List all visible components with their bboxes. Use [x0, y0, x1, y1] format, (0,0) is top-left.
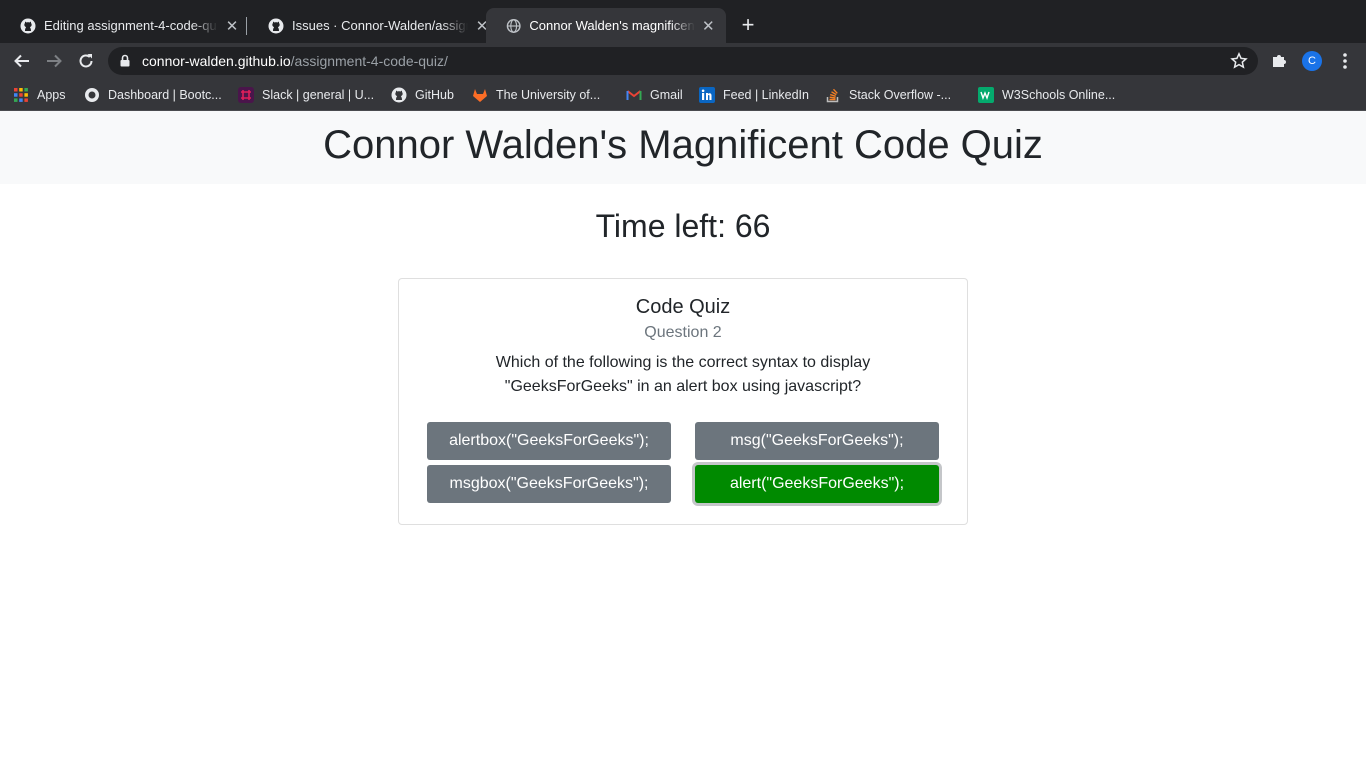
bookmark-w3schools[interactable]: W3Schools Online...	[978, 87, 1115, 103]
tab-title: Issues · Connor-Walden/assignment-4-code…	[292, 18, 468, 33]
bookmark-label: W3Schools Online...	[1002, 88, 1116, 102]
tab-code-quiz[interactable]: Connor Walden's magnificent code quiz ✕	[486, 8, 726, 43]
bookmark-label: Gmail	[650, 88, 683, 102]
tab-title: Editing assignment-4-code-quiz/README.md	[44, 18, 218, 33]
globe-icon	[506, 18, 521, 33]
forward-button[interactable]	[42, 49, 66, 73]
bookmark-university[interactable]: The University of...	[472, 87, 600, 103]
url-host: connor-walden.github.io	[142, 53, 291, 69]
bookmark-stack-overflow[interactable]: Stack Overflow -...	[825, 87, 951, 103]
browser-tab-strip: Editing assignment-4-code-quiz/README.md…	[0, 0, 1366, 43]
profile-avatar[interactable]: C	[1302, 51, 1322, 71]
bookmark-star-icon[interactable]	[1230, 52, 1248, 70]
bookmark-apps[interactable]: Apps	[13, 87, 66, 103]
bookmark-dashboard[interactable]: Dashboard | Bootc...	[84, 87, 222, 103]
bookmark-slack[interactable]: Slack | general | U...	[238, 87, 374, 103]
bookmark-label: GitHub	[415, 88, 454, 102]
answer-button-2[interactable]: msg("GeeksForGeeks");	[695, 422, 939, 460]
answer-button-3[interactable]: msgbox("GeeksForGeeks");	[427, 465, 671, 503]
gitlab-icon	[473, 89, 487, 102]
extensions-puzzle-icon[interactable]	[1270, 52, 1288, 70]
url-text: connor-walden.github.io/assignment-4-cod…	[142, 53, 448, 69]
new-tab-button[interactable]: +	[737, 14, 759, 36]
card-title: Code Quiz	[635, 296, 731, 318]
w3schools-icon	[978, 87, 994, 103]
linkedin-icon	[699, 87, 715, 103]
back-arrow-icon	[14, 54, 29, 68]
tab-editing-readme[interactable]: Editing assignment-4-code-quiz/README.md…	[0, 8, 250, 43]
gmail-icon	[626, 90, 642, 100]
bookmark-label: Slack | general | U...	[262, 88, 375, 102]
slack-icon	[238, 87, 254, 103]
tab-title: Connor Walden's magnificent code quiz	[529, 18, 695, 33]
bookmark-label: Apps	[37, 88, 66, 102]
github-icon	[268, 18, 284, 33]
address-bar[interactable]: connor-walden.github.io/assignment-4-cod…	[108, 47, 1258, 75]
bookmark-gmail[interactable]: Gmail	[626, 87, 683, 103]
bootcamp-icon	[85, 88, 99, 102]
close-icon[interactable]: ✕	[701, 18, 716, 35]
answer-button-4[interactable]: alert("GeeksForGeeks");	[695, 465, 939, 503]
tab-divider	[246, 17, 247, 35]
question-number: Question 2	[644, 324, 722, 341]
quiz-header: Connor Walden's Magnificent Code Quiz	[0, 111, 1366, 184]
browser-toolbar: connor-walden.github.io/assignment-4-cod…	[0, 43, 1366, 79]
bookmark-github[interactable]: GitHub	[391, 87, 454, 103]
lock-icon	[120, 54, 130, 67]
bookmark-label: Dashboard | Bootc...	[108, 88, 222, 102]
bookmark-label: The University of...	[496, 88, 601, 102]
reload-icon	[79, 54, 93, 68]
more-menu-icon[interactable]	[1338, 52, 1352, 70]
bookmark-label: Stack Overflow -...	[849, 88, 952, 102]
back-button[interactable]	[10, 49, 34, 73]
tab-issues[interactable]: Issues · Connor-Walden/assignment-4-code…	[248, 8, 500, 43]
apps-grid-icon	[14, 88, 28, 102]
forward-arrow-icon	[47, 54, 62, 68]
answer-button-1[interactable]: alertbox("GeeksForGeeks");	[427, 422, 671, 460]
question-text: Which of the following is the correct sy…	[495, 354, 871, 395]
bookmark-linkedin[interactable]: Feed | LinkedIn	[699, 87, 809, 103]
bookmark-label: Feed | LinkedIn	[723, 88, 809, 102]
bookmarks-bar: Apps Dashboard | Bootc... Slack | genera…	[0, 79, 1366, 111]
close-icon[interactable]: ✕	[224, 18, 240, 35]
page-title: Connor Walden's Magnificent Code Quiz	[323, 123, 1043, 167]
time-left-label: Time left: 66	[595, 208, 771, 244]
reload-button[interactable]	[74, 49, 98, 73]
github-icon	[20, 18, 36, 33]
quiz-card: Code Quiz Question 2 Which of the follow…	[398, 278, 968, 525]
stackoverflow-icon	[826, 88, 839, 103]
url-path: /assignment-4-code-quiz/	[290, 53, 448, 69]
github-icon	[391, 87, 407, 103]
